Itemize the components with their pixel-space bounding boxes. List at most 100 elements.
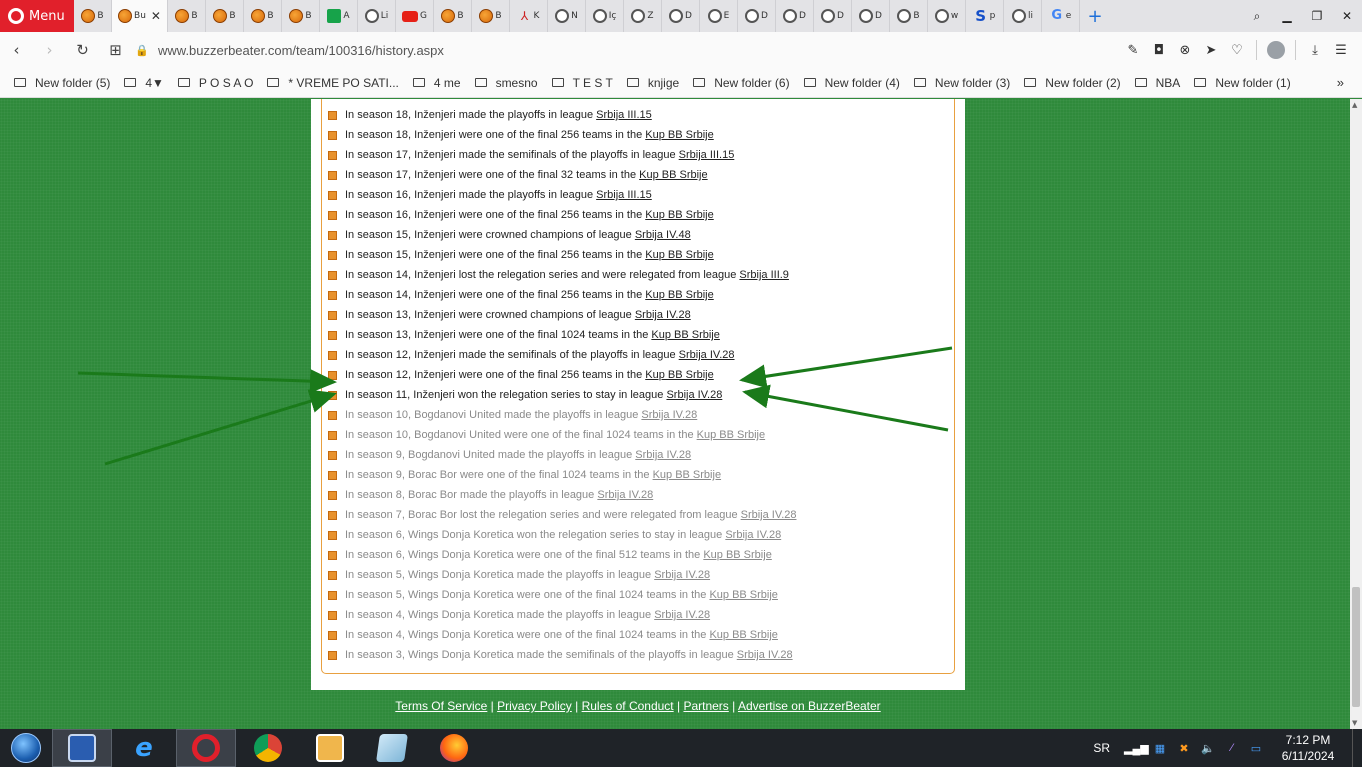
league-link[interactable]: Srbija IV.28: [635, 449, 691, 461]
league-link[interactable]: Kup BB Srbije: [709, 629, 777, 641]
league-link[interactable]: Srbija IV.48: [635, 229, 691, 241]
browser-tab[interactable]: B: [168, 0, 206, 32]
league-link[interactable]: Srbija IV.28: [666, 389, 722, 401]
league-link[interactable]: Srbija IV.28: [741, 509, 797, 521]
bookmark-folder[interactable]: * VREME PO SATI...: [267, 76, 399, 90]
taskbar-chrome[interactable]: [238, 729, 298, 767]
network-grid-icon[interactable]: ▦: [1148, 742, 1172, 755]
browser-tab[interactable]: D: [662, 0, 700, 32]
url-field[interactable]: www.buzzerbeater.com/team/100316/history…: [158, 43, 444, 58]
edit-icon[interactable]: ✎: [1120, 43, 1146, 58]
bookmark-folder[interactable]: New folder (5): [14, 76, 110, 90]
more-bookmarks-icon[interactable]: »: [1337, 75, 1344, 90]
reload-button[interactable]: ↻: [66, 41, 99, 59]
league-link[interactable]: Srbija IV.28: [635, 309, 691, 321]
browser-tab[interactable]: B: [890, 0, 928, 32]
browser-tab[interactable]: E: [700, 0, 738, 32]
taskbar-opera[interactable]: [176, 729, 236, 767]
league-link[interactable]: Kup BB Srbije: [645, 369, 713, 381]
browser-tab[interactable]: Iç: [586, 0, 624, 32]
close-window-button[interactable]: ✕: [1332, 9, 1362, 23]
league-link[interactable]: Srbija III.15: [679, 149, 735, 161]
browser-tab[interactable]: Bu ✕: [112, 0, 168, 32]
adblock-icon[interactable]: ⊗: [1172, 43, 1198, 58]
league-link[interactable]: Srbija III.15: [596, 189, 652, 201]
browser-tab[interactable]: G: [396, 0, 434, 32]
league-link[interactable]: Srbija IV.28: [641, 409, 697, 421]
browser-tab[interactable]: w: [928, 0, 966, 32]
send-icon[interactable]: ➤: [1198, 43, 1224, 58]
bookmark-folder[interactable]: smesno: [474, 76, 538, 90]
back-button[interactable]: ‹: [0, 41, 33, 59]
league-link[interactable]: Srbija IV.28: [597, 489, 653, 501]
minimize-button[interactable]: ▁: [1272, 9, 1302, 23]
footer-link[interactable]: Advertise on BuzzerBeater: [738, 699, 881, 713]
league-link[interactable]: Kup BB Srbije: [697, 429, 765, 441]
league-link[interactable]: Srbija IV.28: [654, 569, 710, 581]
league-link[interactable]: Srbija IV.28: [725, 529, 781, 541]
bookmark-folder[interactable]: P O S A O: [177, 76, 253, 90]
maximize-button[interactable]: ❐: [1302, 9, 1332, 23]
browser-tab[interactable]: Z: [624, 0, 662, 32]
league-link[interactable]: Kup BB Srbije: [645, 209, 713, 221]
browser-tab[interactable]: D: [776, 0, 814, 32]
profile-avatar[interactable]: [1267, 41, 1285, 59]
browser-tab[interactable]: li: [1004, 0, 1042, 32]
footer-link[interactable]: Privacy Policy: [497, 699, 572, 713]
browser-tab[interactable]: B: [434, 0, 472, 32]
scroll-up-icon[interactable]: ▲: [1352, 101, 1357, 109]
browser-tab[interactable]: Sp: [966, 0, 1004, 32]
language-indicator[interactable]: SR: [1093, 741, 1110, 755]
league-link[interactable]: Kup BB Srbije: [703, 549, 771, 561]
forward-button[interactable]: ›: [33, 41, 66, 59]
start-button[interactable]: [0, 729, 52, 767]
league-link[interactable]: Kup BB Srbije: [709, 589, 777, 601]
browser-tab[interactable]: Li: [358, 0, 396, 32]
browser-tab[interactable]: D: [738, 0, 776, 32]
league-link[interactable]: Srbija IV.28: [737, 649, 793, 661]
clock[interactable]: 7:12 PM 6/11/2024: [1268, 732, 1348, 764]
bookmark-folder[interactable]: New folder (3): [913, 76, 1010, 90]
league-link[interactable]: Kup BB Srbije: [639, 169, 707, 181]
league-link[interactable]: Kup BB Srbije: [645, 249, 713, 261]
bookmark-folder[interactable]: NBA: [1134, 76, 1180, 90]
footer-link[interactable]: Rules of Conduct: [582, 699, 674, 713]
scroll-down-icon[interactable]: ▼: [1352, 719, 1357, 727]
bookmark-folder[interactable]: knjige: [626, 76, 679, 90]
browser-tab[interactable]: Ge: [1042, 0, 1080, 32]
league-link[interactable]: Srbija III.15: [596, 109, 652, 121]
league-link[interactable]: Srbija III.9: [739, 269, 789, 281]
bookmark-folder[interactable]: New folder (6): [693, 76, 790, 90]
browser-tab[interactable]: B: [74, 0, 112, 32]
footer-link[interactable]: Partners: [683, 699, 728, 713]
scroll-thumb[interactable]: [1352, 587, 1360, 707]
browser-tab[interactable]: B: [472, 0, 510, 32]
browser-tab[interactable]: B: [282, 0, 320, 32]
taskbar-notepad[interactable]: [362, 729, 422, 767]
display-icon[interactable]: ▭: [1244, 742, 1268, 755]
league-link[interactable]: Kup BB Srbije: [645, 289, 713, 301]
league-link[interactable]: Kup BB Srbije: [653, 469, 721, 481]
taskbar-media-player[interactable]: [300, 729, 360, 767]
bookmark-folder[interactable]: New folder (4): [803, 76, 900, 90]
league-link[interactable]: Kup BB Srbije: [645, 129, 713, 141]
bookmark-folder[interactable]: 4▼: [124, 76, 164, 90]
league-link[interactable]: Srbija IV.28: [654, 609, 710, 621]
browser-tab[interactable]: D: [852, 0, 890, 32]
tools-icon[interactable]: ✖: [1172, 742, 1196, 755]
taskbar-save-app[interactable]: [52, 729, 112, 767]
taskbar-firefox[interactable]: [424, 729, 484, 767]
browser-tab[interactable]: B: [244, 0, 282, 32]
show-desktop-button[interactable]: [1352, 729, 1362, 767]
pen-icon[interactable]: ⁄: [1220, 742, 1244, 754]
heart-icon[interactable]: ♡: [1224, 43, 1250, 58]
speed-dial-icon[interactable]: ⊞: [99, 41, 132, 59]
bookmark-folder[interactable]: New folder (1): [1194, 76, 1291, 90]
bookmark-folder[interactable]: 4 me: [412, 76, 461, 90]
browser-tab[interactable]: B: [206, 0, 244, 32]
camera-icon[interactable]: ◘: [1146, 43, 1172, 58]
search-tabs-icon[interactable]: ⌕: [1242, 9, 1272, 24]
close-tab-icon[interactable]: ✕: [151, 9, 161, 23]
bookmark-folder[interactable]: T E S T: [551, 76, 613, 90]
easy-setup-icon[interactable]: ☰: [1328, 43, 1354, 58]
